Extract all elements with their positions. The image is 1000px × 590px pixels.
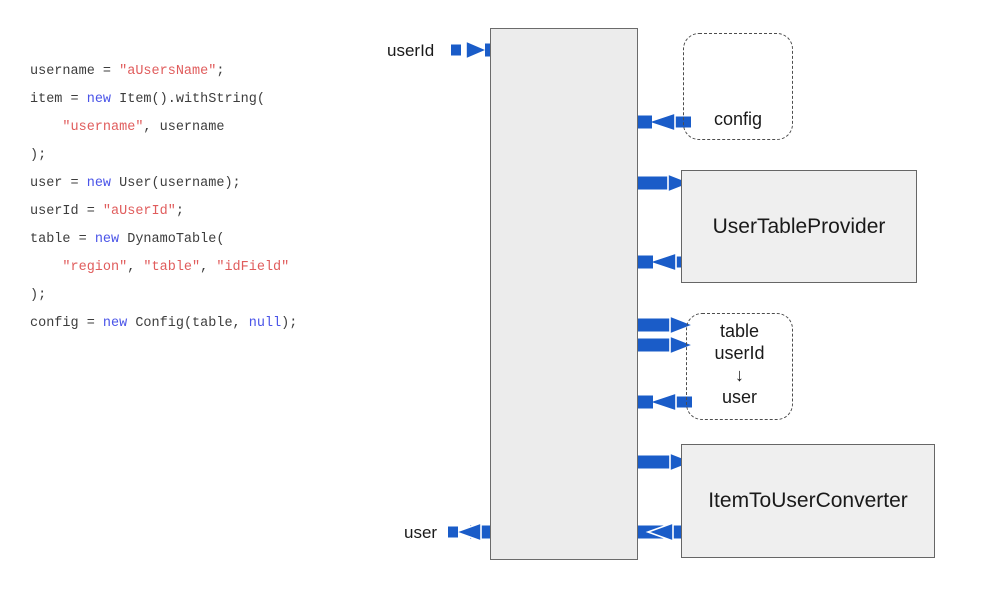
code-token-plain: username = — [30, 63, 120, 79]
code-token-string: "username" — [62, 119, 144, 135]
code-line: "region", "table", "idField" — [30, 254, 297, 282]
code-token-plain: ); — [30, 147, 47, 163]
code-panel: username = "aUsersName"; item = new Item(… — [0, 0, 380, 590]
code-line: user = new User(username); — [30, 170, 297, 198]
code-token-plain: user = — [30, 175, 87, 191]
code-token-plain: User(username); — [111, 175, 241, 191]
code-line: ); — [30, 142, 297, 170]
node-item-to-user-converter[interactable]: ItemToUserConverter — [681, 444, 935, 558]
code-token-plain: ; — [216, 63, 225, 79]
code-token-string: "aUserId" — [102, 203, 176, 219]
node-user-table-provider[interactable]: UserTableProvider — [681, 170, 917, 283]
code-token-plain: Item().withString( — [111, 91, 265, 107]
code-line: config = new Config(table, null); — [30, 310, 297, 338]
node-item-to-user-converter-label: ItemToUserConverter — [708, 489, 908, 512]
code-token-plain: config = — [30, 315, 103, 331]
code-token-keyword: null — [248, 315, 282, 331]
node-line-userid: userId — [714, 343, 765, 363]
code-token-plain: , — [200, 259, 217, 275]
system-lifeline-column — [490, 28, 638, 560]
sequence-flow-diagram: .ribbon { fill: none; stroke: #1a5cc8; s… — [380, 0, 1000, 590]
node-line-table: table — [719, 321, 760, 341]
code-listing: username = "aUsersName"; item = new Item(… — [30, 58, 297, 338]
code-line: "username", username — [30, 114, 297, 142]
code-token-keyword: new — [86, 91, 112, 107]
code-token-plain: , username — [143, 119, 225, 135]
output-label-user: user — [404, 523, 438, 542]
down-arrow-icon: ↓ — [735, 365, 744, 385]
code-token-string: "table" — [143, 259, 201, 275]
code-line: ); — [30, 282, 297, 310]
code-token-string: "idField" — [216, 259, 290, 275]
input-label-userid: userId — [387, 41, 435, 60]
node-user-table-provider-label: UserTableProvider — [712, 214, 886, 238]
code-line: table = new DynamoTable( — [30, 226, 297, 254]
node-config[interactable]: config — [683, 33, 793, 140]
code-token-keyword: new — [86, 175, 112, 191]
code-token-plain: table = — [30, 231, 95, 247]
code-line: userId = "aUserId"; — [30, 198, 297, 226]
node-line-user: user — [721, 387, 757, 407]
code-token-keyword: new — [102, 315, 128, 331]
code-token-string: "aUsersName" — [119, 63, 217, 79]
code-token-plain: ; — [175, 203, 184, 219]
code-token-plain: ); — [281, 315, 298, 331]
code-token-plain: userId = — [30, 203, 103, 219]
code-token-plain: DynamoTable( — [119, 231, 225, 247]
code-token-keyword: new — [94, 231, 120, 247]
code-token-plain: Config(table, — [127, 315, 249, 331]
node-table-userid-user-lines: table userId ↓ user — [687, 320, 792, 408]
code-token-plain: item = — [30, 91, 87, 107]
code-token-string: "region" — [62, 259, 128, 275]
code-line: username = "aUsersName"; — [30, 58, 297, 86]
code-token-plain: ); — [30, 287, 47, 303]
code-token-plain: , — [127, 259, 144, 275]
code-line: item = new Item().withString( — [30, 86, 297, 114]
node-table-userid-user[interactable]: table userId ↓ user — [686, 313, 793, 420]
node-config-label: config — [713, 109, 763, 129]
